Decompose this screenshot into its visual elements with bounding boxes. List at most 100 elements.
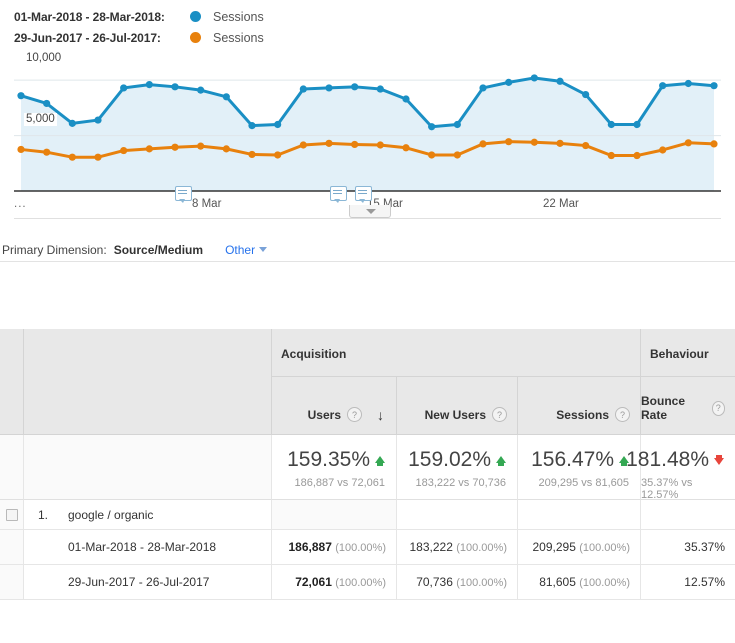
chevron-down-icon [259, 247, 267, 252]
users-pct: (100.00%) [335, 577, 386, 589]
trend-up-icon [496, 456, 506, 463]
new-users-value: 70,736 (100.00%) [416, 575, 507, 589]
bounce-rate-value: 35.37% [684, 540, 725, 554]
pct-text: 159.35% [287, 448, 370, 472]
row-bounce-cell [641, 500, 735, 530]
users-number: 186,887 [289, 540, 332, 554]
row-checkbox-cell[interactable] [0, 500, 24, 530]
primary-dimension-bar: Primary Dimension: Source/Medium Other [0, 238, 735, 262]
group-header-label: Behaviour [650, 347, 709, 361]
summary-sessions-compare: 209,295 vs 81,605 [538, 477, 629, 489]
chevron-down-icon [366, 209, 376, 214]
legend-date-range: 01-Mar-2018 - 28-Mar-2018: [14, 10, 190, 24]
table-metric-header-row: Source/Medium ? Users ? ↓ New Users ? [0, 377, 735, 435]
table-row[interactable]: 01-Mar-2018 - 28-Mar-2018 186,887 (100.0… [0, 530, 735, 565]
row-source-medium[interactable]: google / organic [68, 508, 153, 522]
legend-color-dot [190, 11, 201, 22]
subrow-date-range: 29-Jun-2017 - 26-Jul-2017 [68, 575, 209, 589]
sessions-pct: (100.00%) [579, 542, 630, 554]
header-bounce-rate[interactable]: Bounce Rate ? [641, 377, 735, 435]
header-text: Users [308, 408, 341, 422]
row-sessions-cell [518, 500, 641, 530]
group-header-acquisition: Acquisition [272, 329, 641, 377]
pct-text: 181.48% [626, 448, 709, 472]
new-users-number: 183,222 [410, 540, 453, 554]
header-source-medium[interactable]: Source/Medium ? [24, 377, 272, 435]
row-users-cell [272, 500, 397, 530]
legend-color-dot [190, 32, 201, 43]
users-header-label: Users ? [308, 407, 362, 422]
help-icon[interactable]: ? [615, 407, 630, 422]
y-axis-label-10000: 10,000 [24, 52, 63, 65]
summary-bounce-pct: 181.48% [626, 448, 724, 472]
primary-dimension-value[interactable]: Source/Medium [114, 243, 203, 257]
annotation-marker-icon[interactable] [355, 186, 372, 201]
other-label: Other [225, 243, 255, 257]
row-dimension-cell[interactable]: 1. google / organic [24, 500, 272, 530]
subrow-date-cell: 01-Mar-2018 - 28-Mar-2018 [24, 530, 272, 565]
annotations-expand-tab[interactable] [349, 205, 391, 218]
summary-new-users-compare: 183,222 vs 70,736 [415, 477, 506, 489]
subrow-checkbox-cell [0, 565, 24, 600]
users-number: 72,061 [295, 575, 332, 589]
row-checkbox[interactable] [6, 509, 18, 521]
subrow-users-cell: 186,887 (100.00%) [272, 530, 397, 565]
summary-bounce-rate-cell: 181.48% 35.37% vs 12.57% [641, 435, 735, 500]
header-text: New Users [425, 408, 486, 422]
help-icon[interactable]: ? [347, 407, 362, 422]
primary-dimension-other-dropdown[interactable]: Other [225, 243, 267, 257]
table-group-header-row: Acquisition Behaviour [0, 329, 735, 377]
new-users-value: 183,222 (100.00%) [410, 540, 508, 554]
annotation-marker-icon[interactable] [330, 186, 347, 201]
subrow-sessions-cell: 209,295 (100.00%) [518, 530, 641, 565]
subrow-checkbox-cell [0, 530, 24, 565]
header-text: Sessions [556, 408, 609, 422]
legend-date-range: 29-Jun-2017 - 26-Jul-2017: [14, 31, 190, 45]
subrow-date-range: 01-Mar-2018 - 28-Mar-2018 [68, 540, 216, 554]
trend-up-icon [375, 456, 385, 463]
users-pct: (100.00%) [335, 542, 386, 554]
sessions-header-label: Sessions ? [556, 407, 630, 422]
table-row[interactable]: 29-Jun-2017 - 26-Jul-2017 72,061 (100.00… [0, 565, 735, 600]
select-all-cell[interactable] [0, 377, 24, 435]
summary-sessions-cell: 156.47% 209,295 vs 81,605 [518, 435, 641, 500]
annotation-marker-icon[interactable] [175, 186, 192, 201]
subrow-users-cell: 72,061 (100.00%) [272, 565, 397, 600]
primary-dimension-active-notch [152, 256, 163, 262]
table-row[interactable]: 1. google / organic [0, 500, 735, 530]
new-users-number: 70,736 [416, 575, 453, 589]
header-new-users[interactable]: New Users ? [397, 377, 518, 435]
row-rank: 1. [38, 508, 48, 522]
summary-new-users-pct: 159.02% [408, 448, 506, 472]
sessions-number: 209,295 [533, 540, 576, 554]
row-new-users-cell [397, 500, 518, 530]
help-icon[interactable]: ? [712, 401, 725, 416]
sessions-line-chart[interactable]: 10,000 5,000 [14, 52, 721, 197]
primary-dimension-label: Primary Dimension: [2, 243, 107, 257]
pct-text: 156.47% [531, 448, 614, 472]
legend-row: 01-Mar-2018 - 28-Mar-2018: Sessions [14, 6, 264, 27]
sessions-number: 81,605 [539, 575, 576, 589]
legend-metric-label: Sessions [213, 31, 264, 45]
primary-dimension-divider [0, 261, 735, 262]
help-icon[interactable]: ? [492, 407, 507, 422]
summary-checkbox-cell [0, 435, 24, 500]
legend-row: 29-Jun-2017 - 26-Jul-2017: Sessions [14, 27, 264, 48]
summary-users-cell: 159.35% 186,887 vs 72,061 [272, 435, 397, 500]
sessions-value: 81,605 (100.00%) [539, 575, 630, 589]
sort-descending-icon[interactable]: ↓ [377, 407, 384, 423]
new-users-pct: (100.00%) [456, 542, 507, 554]
summary-new-users-cell: 159.02% 183,222 vs 70,736 [397, 435, 518, 500]
subrow-date-cell: 29-Jun-2017 - 26-Jul-2017 [24, 565, 272, 600]
subrow-bounce-cell: 35.37% [641, 530, 735, 565]
header-text: Bounce Rate [641, 394, 706, 422]
table-summary-row: 159.35% 186,887 vs 72,061 159.02% 183,22… [0, 435, 735, 500]
trend-down-icon [714, 458, 724, 465]
x-axis-tick-8mar: 8 Mar [192, 198, 221, 210]
summary-users-pct: 159.35% [287, 448, 385, 472]
header-users[interactable]: Users ? ↓ [272, 377, 397, 435]
new-users-header-label: New Users ? [425, 407, 507, 422]
header-sessions[interactable]: Sessions ? [518, 377, 641, 435]
x-axis-tick-22mar: 22 Mar [543, 198, 579, 210]
subrow-new-users-cell: 183,222 (100.00%) [397, 530, 518, 565]
